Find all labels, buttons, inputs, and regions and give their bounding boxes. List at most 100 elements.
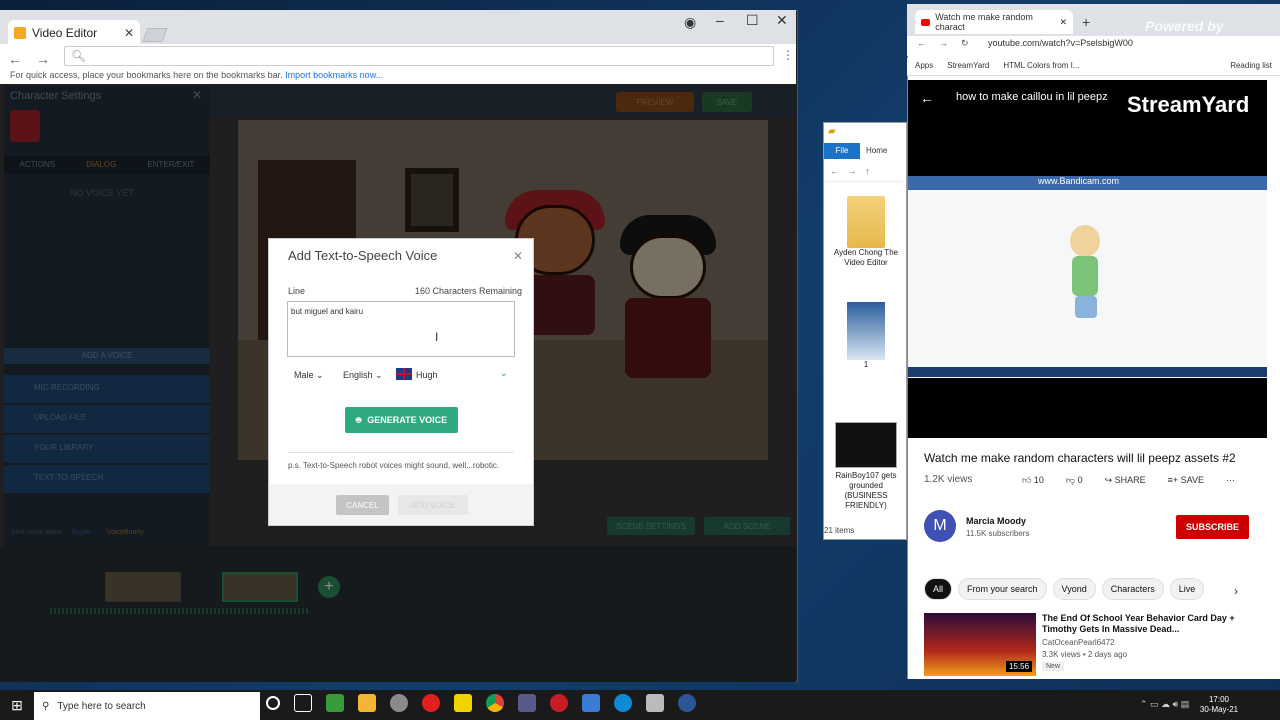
- explorer-item[interactable]: RainBoy107 gets grounded (BUSINESS FRIEN…: [832, 422, 900, 511]
- edge-icon[interactable]: [614, 694, 632, 712]
- chip-characters[interactable]: Characters: [1101, 578, 1164, 600]
- back-icon[interactable]: ←: [917, 38, 926, 48]
- explorer-quick-access-toolbar: ▰: [824, 123, 906, 143]
- clock-time: 17:00: [1208, 695, 1230, 704]
- share-button[interactable]: ↪ SHARE: [1105, 475, 1146, 486]
- chip-all[interactable]: All: [924, 578, 953, 600]
- import-bookmarks-link[interactable]: Import bookmarks now...: [285, 70, 383, 80]
- back-arrow-icon[interactable]: ←: [920, 90, 934, 106]
- video-file-icon: [835, 422, 897, 468]
- bandicam-watermark: www.Bandicam.com: [1038, 176, 1120, 186]
- youtube-address-bar[interactable]: youtube.com/watch?v=PselsbigW00: [988, 38, 1133, 48]
- share-label: SHARE: [1114, 475, 1146, 485]
- channel-avatar[interactable]: M: [924, 510, 956, 542]
- chevron-down-icon[interactable]: ⌄: [500, 368, 508, 379]
- explorer-item[interactable]: Ayden Chong The Video Editor: [832, 196, 900, 268]
- tab-video-editor[interactable]: Video Editor ✕: [8, 20, 140, 46]
- chevron-right-icon[interactable]: ›: [1234, 584, 1238, 598]
- explorer-home-tab[interactable]: Home: [866, 143, 887, 155]
- bookmark-html-colors[interactable]: HTML Colors from I...: [1003, 61, 1079, 72]
- robotic-note: p.s. Text-to-Speech robot voices might s…: [288, 461, 500, 470]
- language-value: English: [343, 370, 373, 380]
- close-tab-icon[interactable]: ✕: [124, 26, 134, 40]
- dialog-title: Add Text-to-Speech Voice: [288, 248, 438, 263]
- clock[interactable]: 17:00 30-May-21: [1196, 695, 1242, 715]
- news-file-icon: [847, 302, 885, 360]
- gender-select[interactable]: Male ⌄: [294, 370, 324, 381]
- explorer-item[interactable]: 1: [832, 302, 900, 370]
- record-icon[interactable]: [550, 694, 568, 712]
- chrome-icon[interactable]: [486, 694, 504, 712]
- close-window-button[interactable]: ✕: [776, 12, 788, 29]
- reload-icon[interactable]: ↻: [961, 38, 969, 49]
- add-voice-button[interactable]: ADD VOICE: [398, 495, 468, 515]
- caillou-character-legs: [1075, 296, 1097, 318]
- like-count: 10: [1033, 475, 1044, 485]
- back-icon[interactable]: ←: [830, 166, 839, 176]
- search-icon: 🔍︎: [71, 49, 87, 63]
- filter-chips: All From your search Vyond Characters Li…: [924, 578, 1205, 600]
- app-light-icon[interactable]: [646, 694, 664, 712]
- maximize-button[interactable]: ☐: [746, 12, 759, 29]
- recommendation-channel[interactable]: CatOceanPearl6472: [1042, 638, 1115, 647]
- app-purple-icon[interactable]: [518, 694, 536, 712]
- more-options-icon[interactable]: ⋯: [1226, 475, 1235, 486]
- clock-date: 30-May-21: [1199, 705, 1239, 714]
- chip-from-your-search[interactable]: From your search: [958, 578, 1047, 600]
- app-blue-icon[interactable]: [582, 694, 600, 712]
- folder-taskbar-icon[interactable]: [454, 694, 472, 712]
- forward-icon[interactable]: →: [848, 166, 857, 176]
- task-view-icon[interactable]: [294, 694, 312, 712]
- bookmarks-bar: For quick access, place your bookmarks h…: [0, 66, 796, 86]
- uk-flag-icon: [396, 368, 412, 380]
- video-title: Watch me make random characters will lil…: [924, 451, 1236, 465]
- subscribe-button[interactable]: SUBSCRIBE: [1176, 515, 1249, 539]
- recommendation-title[interactable]: The End Of School Year Behavior Card Day…: [1042, 613, 1266, 635]
- tts-dialog: [268, 238, 534, 526]
- save-to-playlist-button[interactable]: ≡+ SAVE: [1168, 475, 1204, 486]
- forward-icon[interactable]: →: [36, 51, 50, 67]
- windows-start-icon[interactable]: ⊞: [0, 690, 34, 720]
- divider: [288, 452, 514, 453]
- bookmark-apps[interactable]: Apps: [915, 61, 933, 72]
- dislike-button[interactable]: 👎︎ 0: [1066, 475, 1083, 486]
- back-icon[interactable]: ←: [8, 51, 22, 67]
- app-gray-icon[interactable]: [390, 694, 408, 712]
- bookmark-streamyard[interactable]: StreamYard: [947, 61, 989, 72]
- address-bar[interactable]: 🔍︎: [64, 46, 774, 66]
- language-select[interactable]: English ⌄: [343, 370, 383, 381]
- close-tab-icon[interactable]: ✕: [1059, 17, 1067, 28]
- cortana-icon[interactable]: [266, 696, 280, 710]
- app-green-icon[interactable]: [326, 694, 344, 712]
- system-tray[interactable]: ⌃ ▭ ☁ 🔊︎ ▤: [1140, 699, 1189, 710]
- taskbar-search-box[interactable]: ⚲ Type here to search: [34, 692, 260, 720]
- embedded-taskbar: [908, 367, 1267, 377]
- menu-kebab-icon[interactable]: ⋮: [782, 48, 794, 62]
- minimize-button[interactable]: –: [716, 12, 724, 28]
- chip-live[interactable]: Live: [1169, 578, 1205, 600]
- explorer-item-label: 1: [863, 360, 869, 369]
- bookmark-reading-list[interactable]: Reading list: [1230, 61, 1272, 72]
- tab-youtube[interactable]: Watch me make random charact ✕: [915, 10, 1073, 34]
- opera-icon[interactable]: [422, 694, 440, 712]
- account-icon[interactable]: ◉: [684, 14, 696, 31]
- chrome-active-icon[interactable]: [678, 694, 696, 712]
- forward-icon[interactable]: →: [939, 38, 948, 48]
- cancel-button[interactable]: CANCEL: [336, 495, 389, 515]
- text-cursor-icon: I: [435, 330, 439, 344]
- generate-voice-button[interactable]: 🤖︎ GENERATE VOICE: [345, 407, 458, 433]
- characters-remaining: 160 Characters Remaining: [415, 286, 523, 296]
- up-icon[interactable]: ↑: [865, 166, 870, 176]
- file-explorer-icon[interactable]: [358, 694, 376, 712]
- line-textarea[interactable]: but miguel and kairu: [287, 301, 515, 357]
- search-placeholder: Type here to search: [57, 700, 146, 712]
- taskbar-apps: [266, 694, 696, 712]
- close-icon[interactable]: ✕: [513, 249, 523, 263]
- new-badge: New: [1042, 662, 1065, 671]
- channel-name[interactable]: Marcia Moody: [966, 516, 1026, 526]
- new-tab-button[interactable]: +: [1082, 14, 1090, 30]
- explorer-file-tab[interactable]: File: [824, 143, 860, 159]
- voice-select[interactable]: Hugh: [416, 370, 438, 380]
- like-button[interactable]: 👍︎ 10: [1022, 475, 1044, 486]
- chip-vyond[interactable]: Vyond: [1052, 578, 1096, 600]
